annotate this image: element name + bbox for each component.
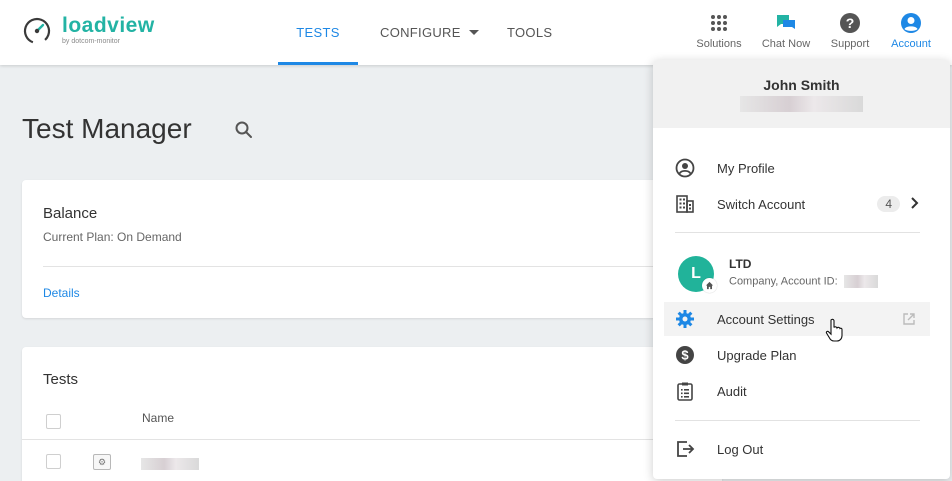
support-button[interactable]: ? Support [828,12,872,50]
loadview-logo[interactable]: loadview by dotcom-monitor [22,14,155,46]
log-out-label: Log Out [717,441,764,457]
support-label: Support [830,38,870,50]
tests-card: Tests Name ⚙ [22,347,722,481]
current-plan-text: Current Plan: On Demand [43,230,182,244]
upgrade-plan-item[interactable]: $ Upgrade Plan [664,338,930,372]
solutions-label: Solutions [696,38,742,50]
external-link-icon [903,313,915,325]
help-icon: ? [840,13,860,33]
logo-wordmark: loadview [62,14,155,37]
company-account-id: Company, Account ID: [729,275,878,288]
menu-divider [675,420,920,421]
account-circle-icon [901,13,921,33]
dollar-icon: $ [675,345,695,365]
menu-divider [675,232,920,233]
account-button[interactable]: Account [888,12,934,50]
page-title: Test Manager [22,113,192,144]
account-menu-header: John Smith [653,60,950,128]
details-link[interactable]: Details [43,286,80,300]
chevron-right-icon [911,197,919,209]
row-checkbox[interactable] [46,454,61,469]
audit-label: Audit [717,383,747,399]
company-name: LTD [729,257,752,271]
profile-icon [675,158,695,178]
solutions-button[interactable]: Solutions [695,12,743,50]
speedometer-icon [23,17,51,45]
account-settings-item[interactable]: Account Settings [664,302,930,336]
tab-tests-label: TESTS [296,25,340,40]
caret-down-icon [468,30,479,35]
search-icon[interactable] [234,120,254,140]
tab-tools-label: TOOLS [507,25,553,40]
account-dropdown-menu: John Smith My Profile Switch Account 4 L… [653,60,950,479]
account-label: Account [891,38,931,50]
tab-configure-label: CONFIGURE [380,25,461,40]
user-name: John Smith [763,77,840,93]
logo-tagline: by dotcom-monitor [62,38,120,45]
tab-configure[interactable]: CONFIGURE [380,0,479,65]
switch-account-label: Switch Account [717,196,806,212]
clipboard-icon [675,381,695,401]
chat-icon [777,15,795,29]
apps-grid-icon [711,15,727,31]
building-icon [675,194,695,214]
svg-text:$: $ [681,348,689,363]
balance-title: Balance [43,205,98,222]
upgrade-plan-label: Upgrade Plan [717,347,797,363]
log-out-item[interactable]: Log Out [664,432,930,466]
redacted-email [740,96,863,112]
hand-pointer-icon [825,318,843,342]
select-all-checkbox[interactable] [46,414,61,429]
balance-card: Balance Current Plan: On Demand Details [22,180,722,318]
home-icon [702,278,717,293]
audit-item[interactable]: Audit [664,374,930,408]
divider [22,439,722,440]
chat-now-button[interactable]: Chat Now [760,12,812,50]
logout-icon [675,439,695,459]
switch-account-item[interactable]: Switch Account 4 [664,187,930,221]
column-header-name: Name [142,411,175,425]
tests-title: Tests [43,371,79,388]
svg-text:?: ? [846,15,855,31]
gear-icon [675,309,695,329]
account-settings-label: Account Settings [717,311,815,327]
my-profile-label: My Profile [717,160,775,176]
redacted-account-id [843,275,878,288]
tab-tests[interactable]: TESTS [278,0,358,65]
account-count-badge: 4 [877,196,900,212]
tab-tools[interactable]: TOOLS [507,0,552,65]
my-profile-item[interactable]: My Profile [664,151,930,185]
top-navigation-bar: loadview by dotcom-monitor TESTS CONFIGU… [0,0,952,65]
divider [43,266,722,267]
chat-now-label: Chat Now [761,38,811,50]
company-sub-label: Company, Account ID: [729,275,838,288]
redacted-test-name [141,458,199,470]
test-type-icon: ⚙ [93,454,111,470]
